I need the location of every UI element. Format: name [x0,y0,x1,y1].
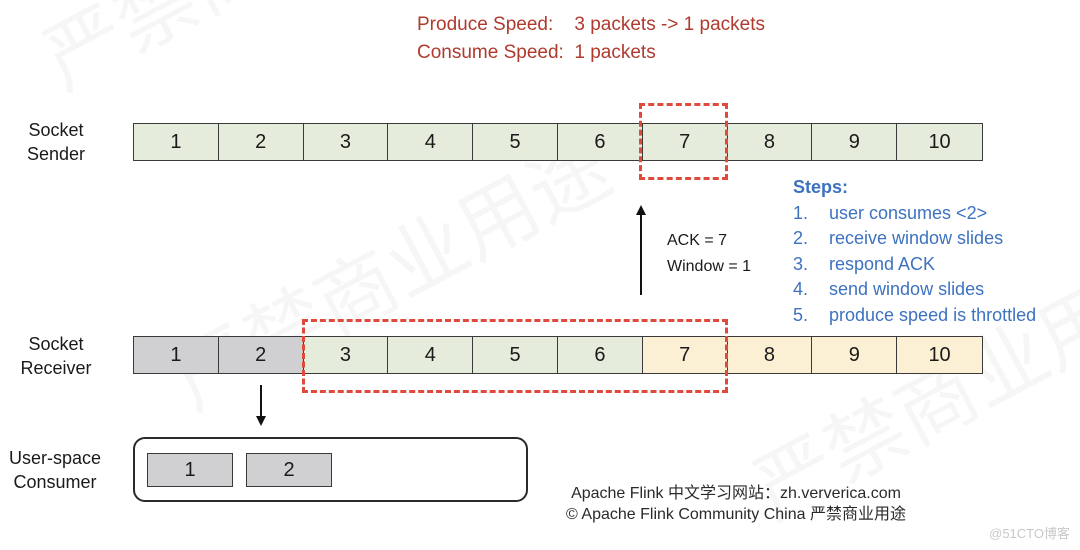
footer-line1: Apache Flink 中文学习网站：zh.ververica.com [571,485,901,502]
step-number: 2. [793,228,809,248]
receiver-label: Socket Receiver [1,332,111,380]
sender-buffer: 1 2 3 4 5 6 7 8 9 10 [133,123,983,161]
source-credit: @51CTO博客 [989,526,1070,541]
step-item: 4. send window slides [793,277,1036,303]
step-text: produce speed is throttled [829,304,1037,325]
receiver-cell: 3 [303,337,389,373]
step-text: send window slides [829,279,985,299]
sender-cell: 8 [727,124,813,160]
sender-cell: 5 [473,124,558,160]
receiver-cell: 8 [727,337,813,373]
consumed-packet: 2 [246,453,332,487]
steps-title: Steps: [793,177,849,197]
receiver-cell: 7 [642,337,728,373]
sender-label: Socket Sender [1,118,111,166]
ack-arrow-up-icon [636,205,646,295]
sender-label-line1: Socket [28,120,84,140]
ack-value: ACK = 7 [667,232,728,249]
receiver-cell: 9 [812,337,898,373]
receiver-cell: 10 [897,337,982,373]
consume-arrow-down-icon [256,385,266,426]
step-text: respond ACK [829,253,936,274]
footer: Apache Flink 中文学习网站：zh.ververica.com © A… [536,483,936,525]
receiver-cell: 4 [388,337,474,373]
step-number: 1. [793,202,809,223]
step-item: 5. produce speed is throttled [793,303,1036,329]
sender-cell: 7 [642,124,728,160]
consumer-label-line2: Consumer [13,472,97,492]
sender-cell: 9 [812,124,898,160]
sender-cell: 1 [134,124,219,160]
step-item: 2. receive window slides [793,226,1036,252]
step-text: user consumes <2> [829,202,988,223]
consumer-label: User-space Consumer [0,446,110,494]
window-value: Window = 1 [667,258,752,275]
sender-cell: 10 [897,124,982,160]
receiver-label-line2: Receiver [20,358,92,378]
step-item: 3. respond ACK [793,252,1036,278]
step-number: 5. [793,304,809,325]
sender-cell: 6 [557,124,643,160]
consume-speed-text: Consume Speed: 1 packets [417,42,656,63]
sender-label-line2: Sender [26,144,86,164]
receiver-cell: 2 [218,337,304,373]
receiver-cell: 1 [134,337,219,373]
step-number: 4. [793,279,809,299]
sender-cell: 2 [218,124,304,160]
ack-info: ACK = 7 Window = 1 [667,228,751,280]
receiver-cell: 5 [473,337,558,373]
step-item: 1. user consumes <2> [793,201,1036,227]
consumed-packet: 1 [147,453,233,487]
receiver-cell: 6 [557,337,643,373]
steps-list: Steps: 1. user consumes <2> 2. receive wind… [793,175,1036,328]
receiver-buffer: 1 2 3 4 5 6 7 8 9 10 [133,336,983,374]
consumer-label-line1: User-space [8,448,102,468]
step-number: 3. [793,253,809,274]
footer-line2: © Apache Flink Community China 严禁商业用途 [566,506,906,523]
produce-speed-text: Produce Speed: 3 packets -> 1 packets [417,14,766,35]
sender-cell: 3 [303,124,389,160]
step-text: receive window slides [829,228,1004,248]
receiver-label-line1: Socket [28,334,84,354]
sender-cell: 4 [388,124,474,160]
